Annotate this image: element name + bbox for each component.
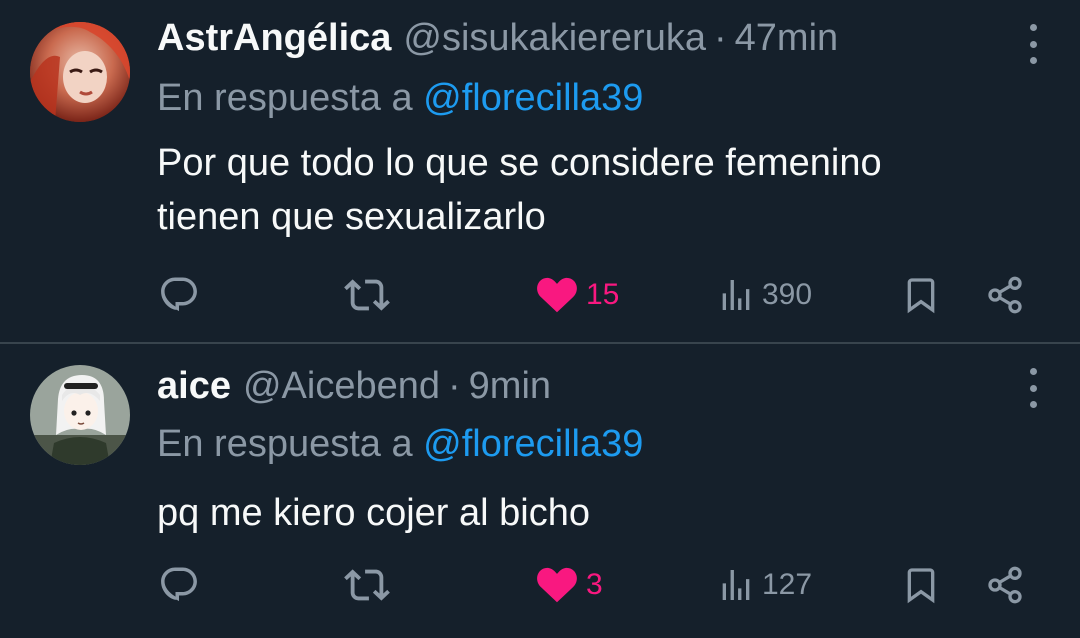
author-handle[interactable]: @Aicebend [243, 364, 440, 408]
views-button[interactable]: 390 [716, 270, 812, 320]
reply-button[interactable] [158, 270, 200, 320]
bookmark-icon [907, 568, 935, 604]
view-count: 127 [762, 568, 813, 601]
more-icon[interactable] [1026, 368, 1040, 408]
like-icon [537, 567, 577, 603]
retweet-button[interactable] [344, 270, 390, 320]
more-icon[interactable] [1026, 24, 1040, 64]
bookmark-icon [907, 278, 935, 314]
reply-mention-link[interactable]: @florecilla39 [423, 77, 643, 119]
reply-button[interactable] [158, 560, 200, 610]
author-handle[interactable]: @sisukakiereruka [403, 16, 706, 60]
tweet-text-line: tienen que sexualizarlo [157, 196, 546, 238]
reply-context: En respuesta a @florecilla39 [157, 76, 643, 120]
tweet-actions: 3 127 [0, 560, 1080, 610]
like-count: 3 [586, 568, 603, 601]
like-icon [537, 277, 577, 313]
share-button[interactable] [985, 560, 1025, 610]
separator: · [448, 365, 461, 407]
reply-context: En respuesta a @florecilla39 [157, 422, 643, 466]
reply-prefix: En respuesta a [157, 77, 413, 119]
author-name[interactable]: aice [157, 364, 231, 408]
retweet-button[interactable] [344, 560, 390, 610]
reply-prefix: En respuesta a [157, 423, 413, 465]
share-button[interactable] [985, 270, 1025, 320]
view-count: 390 [762, 278, 813, 311]
tweet-text: pq me kiero cojer al bicho [157, 486, 1037, 540]
retweet-icon [344, 279, 390, 311]
tweet[interactable]: AstrAngélica @sisukakiereruka · 47min En… [0, 0, 1080, 344]
like-button[interactable]: 3 [534, 560, 603, 610]
tweet-actions: 15 390 [0, 270, 1080, 320]
tweet-text-line: pq me kiero cojer al bicho [157, 492, 590, 534]
tweet-text: Por que todo lo que se considere femenin… [157, 136, 1037, 244]
views-icon [722, 570, 750, 600]
reply-icon [161, 567, 197, 602]
timestamp[interactable]: 47min [735, 16, 839, 60]
share-icon [988, 276, 1022, 314]
author-name[interactable]: AstrAngélica [157, 16, 391, 60]
like-button[interactable]: 15 [534, 270, 619, 320]
retweet-icon [344, 569, 390, 601]
views-icon [722, 280, 750, 310]
tweet[interactable]: aice @Aicebend · 9min En respuesta a @fl… [0, 344, 1080, 638]
timestamp[interactable]: 9min [469, 364, 551, 408]
tweet-header: AstrAngélica @sisukakiereruka · 47min [157, 16, 838, 60]
avatar[interactable] [30, 22, 130, 122]
reply-icon [161, 277, 197, 312]
tweet-header: aice @Aicebend · 9min [157, 364, 551, 408]
like-count: 15 [586, 278, 620, 311]
views-button[interactable]: 127 [716, 560, 812, 610]
reply-mention-link[interactable]: @florecilla39 [423, 423, 643, 465]
bookmark-button[interactable] [901, 270, 941, 320]
tweet-text-line: Por que todo lo que se considere femenin… [157, 142, 882, 184]
bookmark-button[interactable] [901, 560, 941, 610]
avatar[interactable] [30, 365, 130, 465]
share-icon [988, 566, 1022, 604]
separator: · [713, 17, 727, 59]
